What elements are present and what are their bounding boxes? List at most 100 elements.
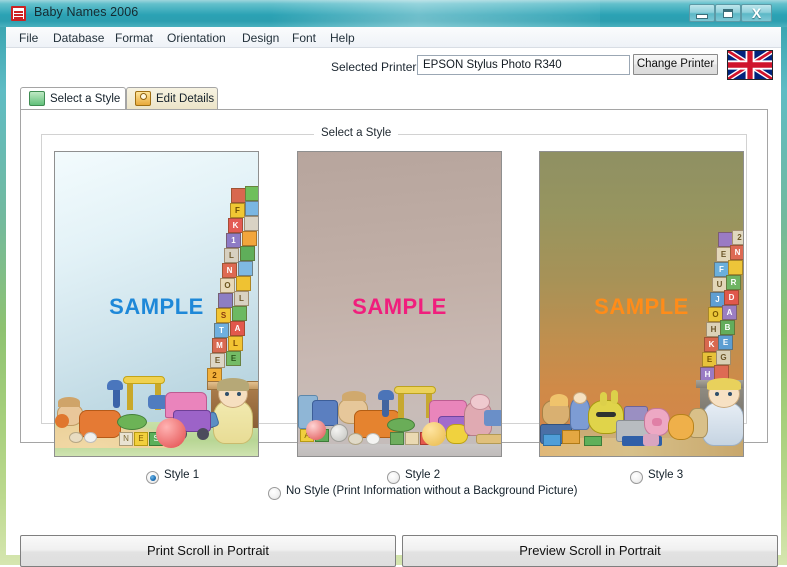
client-area: File Database Format Orientation Design …: [6, 27, 781, 567]
toy-block-pink: [643, 434, 659, 446]
toy-block: L: [224, 248, 239, 263]
toy-block: O: [220, 278, 235, 293]
toy-hat: [342, 391, 366, 401]
toy-pig-snout: [652, 418, 662, 426]
style-1-radio[interactable]: [146, 471, 159, 484]
toy-mouth: [596, 412, 616, 417]
selected-printer-input[interactable]: [417, 55, 630, 75]
toy-block: 1: [226, 233, 241, 248]
print-scroll-button[interactable]: Print Scroll in Portrait: [20, 535, 396, 567]
toy-block: [245, 201, 258, 216]
style-group-box: Select a Style F K 1 L N O L S T A M L E…: [41, 127, 747, 500]
toy-block: [236, 276, 251, 291]
toy-block: B: [720, 320, 735, 335]
menu-font[interactable]: Font: [287, 30, 321, 46]
baby-hair: [707, 378, 741, 390]
toy-block: T: [214, 323, 229, 338]
toy-block: M: [212, 338, 227, 353]
style-swatch-icon: [29, 91, 45, 106]
toy-block: [244, 216, 258, 231]
minimize-button[interactable]: [689, 4, 715, 22]
baby-eye: [225, 392, 229, 396]
style-2-radio-label: Style 2: [405, 469, 441, 481]
toy-block-blue: [543, 434, 561, 446]
menu-file[interactable]: File: [14, 30, 43, 46]
close-button[interactable]: X: [741, 4, 772, 22]
tab-panel: Select a Style F K 1 L N O L S T A M L E…: [20, 109, 768, 500]
baby-body: [702, 402, 743, 446]
toy-doll-yellow: [668, 414, 694, 440]
style-3-artwork: 2 E N F U R J D O A H B K E E G H SAMPLE: [540, 152, 743, 456]
style-3-radio[interactable]: [630, 471, 643, 484]
toy-egg: [69, 432, 83, 443]
baby-eye: [237, 392, 241, 396]
baby-eye: [715, 392, 719, 396]
titlebar-sheen: [270, 0, 600, 27]
baby-eye: [728, 392, 732, 396]
style-3-preview[interactable]: 2 E N F U R J D O A H B K E E G H SAMPLE: [539, 151, 744, 457]
menu-orientation[interactable]: Orientation: [162, 30, 231, 46]
menu-format[interactable]: Format: [110, 30, 158, 46]
app-icon: [11, 6, 26, 21]
toy-block: [240, 246, 255, 261]
no-style-radio-label: No Style (Print Information without a Ba…: [286, 485, 578, 497]
toy-gym-top: [378, 390, 394, 400]
toy-block: 2: [732, 230, 743, 245]
toy-gym-leg: [127, 384, 133, 410]
style-1-artwork: F K 1 L N O L S T A M L E E 2 N E S SAMP…: [55, 152, 258, 456]
toy-block: K: [228, 218, 243, 233]
toy-block: [242, 231, 257, 246]
toy-block: [238, 261, 253, 276]
application-window: Baby Names 2006 X File Database Format O…: [0, 0, 787, 567]
toy-wood-block: [476, 434, 501, 444]
window-title: Baby Names 2006: [34, 5, 139, 19]
title-bar: Baby Names 2006 X: [0, 0, 787, 27]
toy-ball-white: [330, 424, 348, 442]
tab-edit-details[interactable]: Edit Details: [126, 87, 218, 109]
toy-doll-head: [573, 392, 587, 404]
style-1-preview[interactable]: F K 1 L N O L S T A M L E E 2 N E S SAMP…: [54, 151, 259, 457]
toy-ball: [55, 414, 69, 428]
toy-bear-head: [550, 394, 568, 406]
tab-select-a-style[interactable]: Select a Style: [20, 87, 126, 109]
toy-gym-top: [107, 380, 123, 390]
toy-turtle: [117, 414, 147, 430]
toy-gym-bar: [394, 386, 436, 394]
change-printer-button[interactable]: Change Printer: [633, 54, 718, 75]
toy-block: [728, 260, 743, 275]
menu-help[interactable]: Help: [325, 30, 360, 46]
menu-bar: File Database Format Orientation Design …: [6, 27, 781, 48]
style2-floor: [298, 444, 501, 456]
no-style-radio[interactable]: [268, 487, 281, 500]
toy-antenna: [600, 392, 607, 406]
toy-block: [245, 186, 258, 201]
preview-scroll-button[interactable]: Preview Scroll in Portrait: [402, 535, 778, 567]
toy-letter-block: [390, 432, 404, 445]
style-2-sample-text: SAMPLE: [352, 294, 447, 319]
toy-block-orange: [562, 430, 580, 444]
style-2-radio[interactable]: [387, 471, 400, 484]
toy-block: A: [230, 321, 245, 336]
maximize-button[interactable]: [715, 4, 741, 22]
toy-beach-ball: [156, 418, 186, 448]
style-2-artwork: A: [298, 152, 501, 456]
toy-egg: [348, 433, 363, 445]
toy-letter-block: N: [119, 432, 133, 446]
toy-baseball: [366, 433, 380, 445]
style-3-radio-label: Style 3: [648, 469, 684, 481]
tab-select-a-style-label: Select a Style: [50, 92, 121, 105]
toy-teddy-head: [470, 394, 490, 410]
minimize-icon: [696, 13, 708, 19]
tab-strip: Select a Style Edit Details: [20, 87, 768, 109]
style-1-sample-text: SAMPLE: [109, 294, 204, 319]
menu-database[interactable]: Database: [48, 30, 109, 46]
toy-block: [231, 188, 246, 203]
style-2-preview[interactable]: A: [297, 151, 502, 457]
style-group-caption: Select a Style: [314, 127, 399, 139]
toy-block: R: [726, 275, 741, 290]
union-jack-svg: [728, 51, 772, 79]
toy-block: E: [210, 353, 225, 368]
menu-design[interactable]: Design: [237, 30, 284, 46]
toy-block-green: [584, 436, 602, 446]
toy-ball-yellow: [422, 422, 446, 446]
